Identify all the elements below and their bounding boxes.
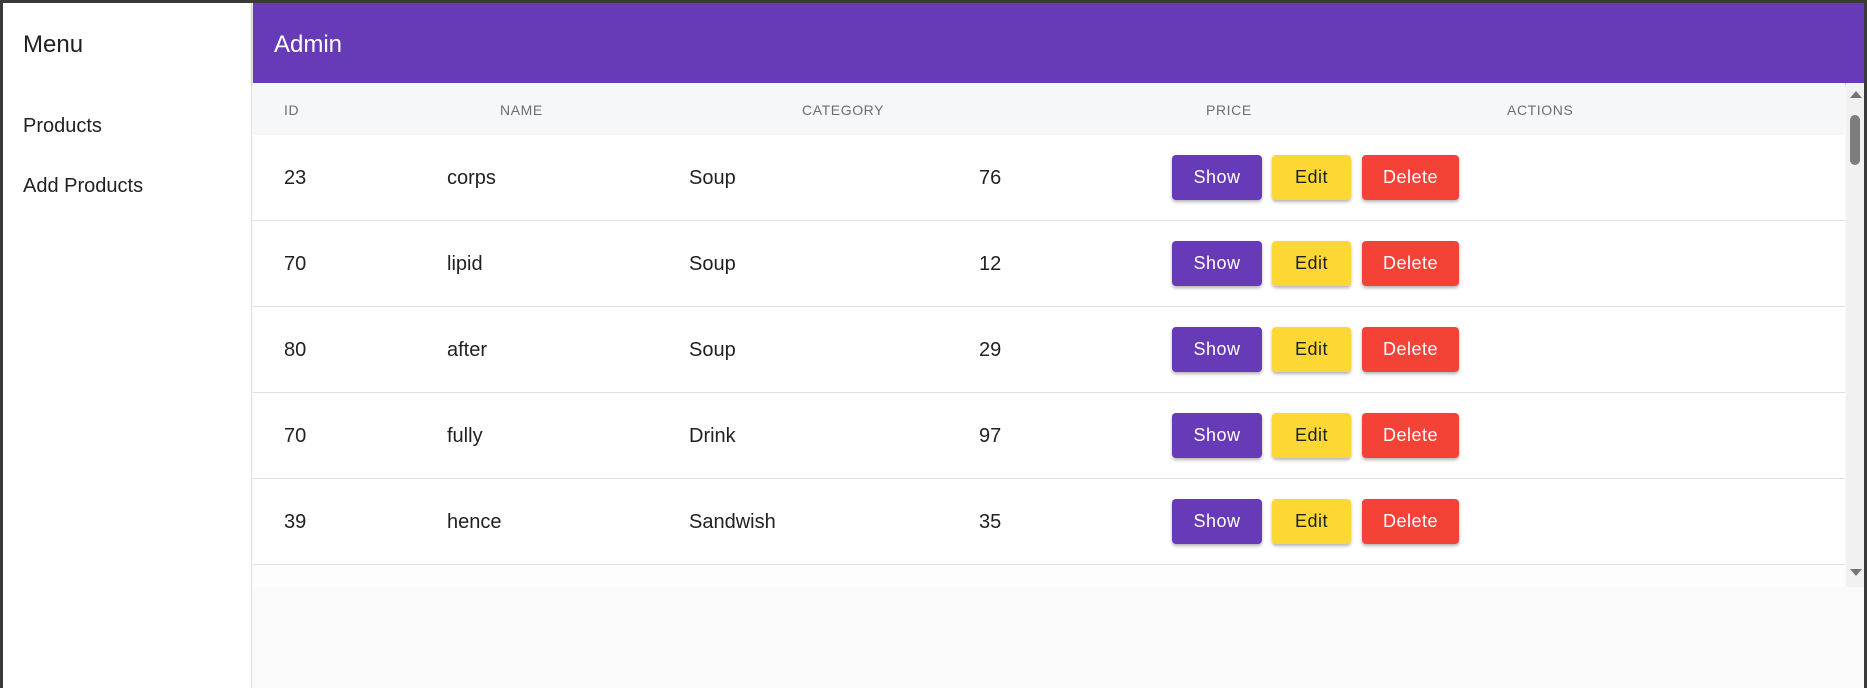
- cell-name: corps: [447, 167, 496, 189]
- edit-button[interactable]: Edit: [1272, 155, 1351, 200]
- delete-button[interactable]: Delete: [1362, 155, 1459, 200]
- delete-button[interactable]: Delete: [1362, 327, 1459, 372]
- show-button[interactable]: Show: [1172, 241, 1262, 286]
- products-table: ID NAME CATEGORY PRICE ACTIONS 23 corps …: [253, 83, 1864, 587]
- cell-category: Soup: [689, 339, 736, 361]
- edit-button[interactable]: Edit: [1272, 241, 1351, 286]
- cell-category: Soup: [689, 253, 736, 275]
- cell-id: 70: [284, 253, 307, 275]
- sidebar-title: Menu: [23, 31, 84, 58]
- table-row: 70 lipid Soup 12 Show Edit Delete: [253, 221, 1845, 307]
- show-button[interactable]: Show: [1172, 327, 1262, 372]
- cell-category: Sandwish: [689, 511, 776, 533]
- table-header: ID NAME CATEGORY PRICE ACTIONS: [253, 83, 1845, 135]
- cell-price: 29: [979, 339, 1002, 361]
- cell-price: 35: [979, 511, 1002, 533]
- app-window: Menu Products Add Products Admin ID NAME…: [3, 3, 1864, 688]
- column-header-price: PRICE: [1206, 102, 1252, 118]
- cell-id: 80: [284, 339, 307, 361]
- table-row: 39 hence Sandwish 35 Show Edit Delete: [253, 479, 1845, 565]
- edit-button[interactable]: Edit: [1272, 327, 1351, 372]
- sidebar: Menu Products Add Products: [3, 3, 252, 688]
- cell-price: 76: [979, 167, 1002, 189]
- cell-name: after: [447, 339, 488, 361]
- cell-category: Drink: [689, 425, 736, 447]
- show-button[interactable]: Show: [1172, 499, 1262, 544]
- cell-id: 23: [284, 167, 307, 189]
- app-bar: Admin: [253, 3, 1864, 83]
- show-button[interactable]: Show: [1172, 155, 1262, 200]
- column-header-id: ID: [284, 102, 300, 118]
- column-header-name: NAME: [500, 102, 543, 118]
- cell-name: lipid: [447, 253, 483, 275]
- edit-button[interactable]: Edit: [1272, 413, 1351, 458]
- cell-price: 12: [979, 253, 1002, 275]
- scrollbar-thumb[interactable]: [1850, 115, 1860, 165]
- scroll-up-icon[interactable]: [1850, 91, 1862, 98]
- cell-id: 70: [284, 425, 307, 447]
- column-header-category: CATEGORY: [802, 102, 885, 118]
- sidebar-item-products[interactable]: Products: [23, 115, 102, 138]
- column-header-actions: ACTIONS: [1507, 102, 1574, 118]
- cell-category: Soup: [689, 167, 736, 189]
- table-row: 70 fully Drink 97 Show Edit Delete: [253, 393, 1845, 479]
- table-row: 23 corps Soup 76 Show Edit Delete: [253, 135, 1845, 221]
- cell-name: hence: [447, 511, 502, 533]
- delete-button[interactable]: Delete: [1362, 413, 1459, 458]
- partially-visible-row: [253, 565, 1845, 587]
- table-scrollbar[interactable]: [1846, 83, 1864, 587]
- cell-name: fully: [447, 425, 483, 447]
- show-button[interactable]: Show: [1172, 413, 1262, 458]
- edit-button[interactable]: Edit: [1272, 499, 1351, 544]
- page-title: Admin: [274, 31, 343, 58]
- scroll-down-icon[interactable]: [1850, 569, 1862, 576]
- sidebar-item-add-products[interactable]: Add Products: [23, 175, 143, 198]
- table-row: 80 after Soup 29 Show Edit Delete: [253, 307, 1845, 393]
- cell-price: 97: [979, 425, 1002, 447]
- delete-button[interactable]: Delete: [1362, 241, 1459, 286]
- delete-button[interactable]: Delete: [1362, 499, 1459, 544]
- cell-id: 39: [284, 511, 307, 533]
